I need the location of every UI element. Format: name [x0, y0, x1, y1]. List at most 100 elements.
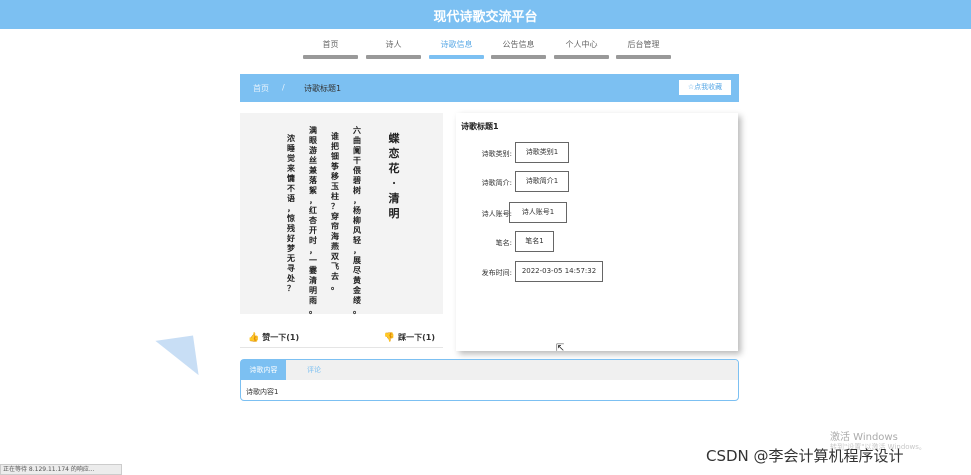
pen-name-label: 笔名: [495, 239, 512, 247]
browser-status-bar: 正在等待 8.129.11.174 的响应... [0, 464, 122, 475]
poem-character: ， [309, 245, 317, 255]
nav-home-label: 首页 [322, 40, 339, 49]
poem-character: 睡 [287, 143, 295, 153]
nav-admin-underline [616, 55, 671, 59]
poem-character: 不 [287, 183, 295, 193]
poem-character: 柳 [353, 215, 361, 225]
poem-character: 慵 [287, 173, 295, 183]
windows-activation-watermark: 激活 Windows [830, 432, 898, 443]
poem-character: ？ [287, 283, 295, 293]
csdn-watermark: CSDN @李会计算机程序设计 [706, 447, 904, 465]
poem-character: ？ [331, 201, 339, 211]
nav-personal-center-underline [554, 55, 609, 59]
poem-character: 花 [388, 162, 400, 175]
category-value: 诗歌类别1 [515, 142, 569, 163]
tabs-header: 诗歌内容 评论 [241, 360, 738, 380]
publish-time-value: 2022-03-05 14:57:32 [515, 261, 603, 282]
poem-character: 偎 [353, 165, 361, 175]
poem-character: 去 [331, 271, 339, 281]
tab-poem-content[interactable]: 诗歌内容 [241, 360, 286, 380]
breadcrumb-separator: / [282, 83, 285, 92]
poem-character: 阑 [353, 145, 361, 155]
poem-character: 满 [309, 125, 317, 135]
poem-character: 雨 [309, 295, 317, 305]
poem-detail-title: 诗歌标题1 [461, 122, 499, 131]
poem-character: 筝 [331, 161, 339, 171]
poem-character: 眼 [309, 135, 317, 145]
poem-character: 来 [287, 163, 295, 173]
breadcrumb-current: 诗歌标题1 [304, 84, 342, 93]
poem-character: 。 [309, 305, 317, 315]
nav-admin-label: 后台管理 [627, 40, 660, 49]
content-tabs: 诗歌内容 评论 诗歌内容1 [240, 359, 739, 401]
thumbs-up-icon: 👍 [248, 333, 260, 343]
poem-character: ， [287, 203, 295, 213]
breadcrumb-home-link[interactable]: 首页 [253, 83, 269, 94]
site-title: 现代诗歌交流平台 [433, 10, 538, 25]
poem-character: 穿 [331, 211, 339, 221]
mouse-cursor-icon: ⇱ [556, 343, 565, 354]
poem-character: 金 [353, 285, 361, 295]
nav-poets[interactable]: 诗人 [366, 37, 421, 59]
poem-character: 时 [309, 235, 317, 245]
poem-image-column: 浓睡觉来慵不语，惊残好梦无寻处？ [284, 133, 298, 293]
poem-character: 尽 [353, 265, 361, 275]
poem-image-column: 满眼游丝兼落絮，红杏开时，一霎清明雨。 [306, 125, 320, 315]
pen-name-value: 笔名1 [515, 231, 554, 252]
poem-character: 黄 [353, 275, 361, 285]
poem-character: 恋 [388, 147, 400, 160]
poem-character: 柱 [331, 191, 339, 201]
poem-character: 清 [309, 275, 317, 285]
nav-announcements[interactable]: 公告信息 [491, 37, 546, 59]
poem-image-column: 六曲阑干偎碧树，杨柳风轻，展尽黄金缕。 [350, 125, 364, 315]
poem-character: 好 [287, 233, 295, 243]
poet-account-label: 诗人账号: [481, 210, 512, 218]
poem-character: 。 [353, 305, 361, 315]
nav-admin[interactable]: 后台管理 [616, 37, 671, 59]
tab-comments[interactable]: 评论 [291, 360, 337, 380]
poem-character: 兼 [309, 165, 317, 175]
poem-character: 寻 [287, 263, 295, 273]
nav-poem-info-underline [429, 55, 484, 59]
favorite-button[interactable]: ☆点我收藏 [678, 79, 732, 96]
poem-character: 六 [353, 125, 361, 135]
thumbs-down-icon: 👎 [383, 333, 396, 343]
poem-character: 落 [309, 175, 317, 185]
poem-character: 谁 [331, 131, 339, 141]
dislike-button[interactable]: 👎 踩一下(1) [384, 332, 435, 343]
poem-character: 絮 [309, 185, 317, 195]
poem-character: 把 [331, 141, 339, 151]
poem-character: 双 [331, 251, 339, 261]
poem-image: 蝶恋花 · 清明 六曲阑干偎碧树，杨柳风轻，展尽黄金缕。 谁把钿筝移玉柱？穿帘海燕双… [240, 113, 443, 315]
summary-label: 诗歌简介: [481, 179, 512, 187]
poem-character: 明 [388, 207, 400, 220]
poem-character: 曲 [353, 135, 361, 145]
like-button-label: 赞一下(1) [262, 333, 300, 342]
poem-character: 帘 [331, 221, 339, 231]
publish-time-label: 发布时间: [481, 269, 512, 277]
decorative-triangle [155, 335, 199, 381]
poem-character: 飞 [331, 261, 339, 271]
favorite-button-label: 点我收藏 [694, 83, 723, 91]
nav-home-underline [303, 55, 358, 59]
like-button[interactable]: 👍 赞一下(1) [248, 332, 299, 343]
poem-character: 觉 [287, 153, 295, 163]
poem-character: 碧 [353, 175, 361, 185]
poem-character: ， [353, 245, 361, 255]
nav-home[interactable]: 首页 [303, 37, 358, 59]
poem-character: 霎 [309, 265, 317, 275]
poem-detail-card: 诗歌标题1 诗歌类别: 诗歌类别1 诗歌简介: 诗歌简介1 诗人账号: 诗人账号… [456, 113, 738, 351]
tab-content: 诗歌内容1 [246, 388, 279, 396]
poem-image-column: 谁把钿筝移玉柱？穿帘海燕双飞去。 [328, 131, 342, 291]
nav-poem-info[interactable]: 诗歌信息 [429, 37, 484, 59]
nav-personal-center[interactable]: 个人中心 [554, 37, 609, 59]
poem-character: 游 [309, 145, 317, 155]
poem-character: 一 [309, 255, 317, 265]
dislike-button-label: 踩一下(1) [398, 333, 435, 342]
poem-image-title-column: 蝶恋花 · 清明 [387, 131, 401, 221]
poem-character: 处 [287, 273, 295, 283]
poem-character: 浓 [287, 133, 295, 143]
poem-character: 树 [353, 185, 361, 195]
poem-character: 开 [309, 225, 317, 235]
poem-character: 缕 [353, 295, 361, 305]
